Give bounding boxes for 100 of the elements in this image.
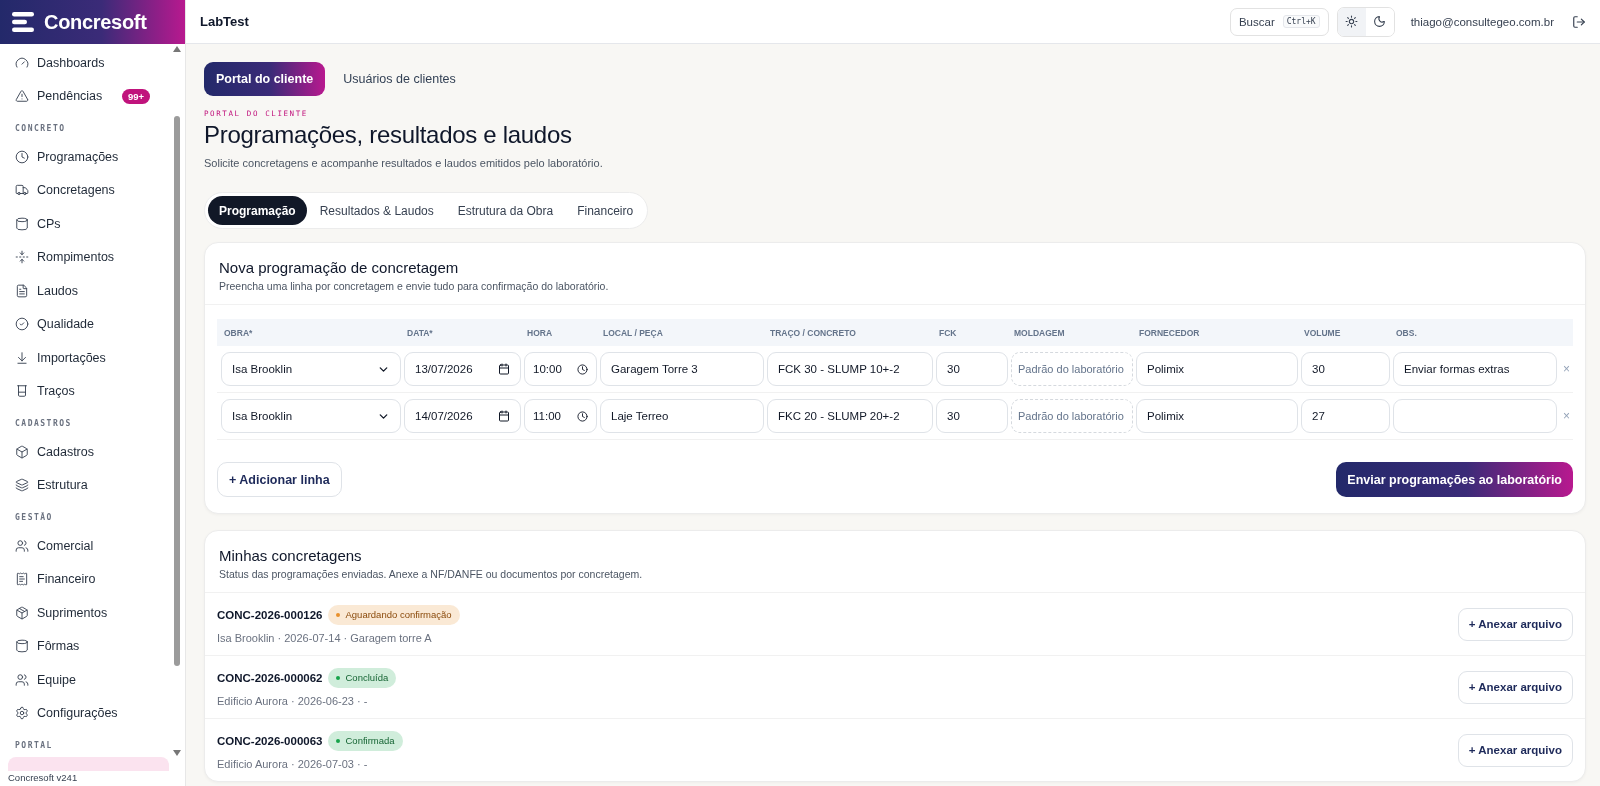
date-field[interactable]: 14/07/2026 bbox=[404, 399, 521, 433]
input-field[interactable]: 30 bbox=[936, 352, 1008, 386]
item-label: Equipe bbox=[37, 672, 77, 687]
input-field[interactable]: Padrão do laboratório bbox=[1011, 352, 1133, 386]
item-label: Laudos bbox=[37, 283, 79, 298]
column-header: VOLUME bbox=[1303, 327, 1342, 338]
item-label: Configurações bbox=[37, 706, 119, 721]
input-field[interactable]: 30 bbox=[1301, 352, 1390, 386]
status-badge: Confirmada bbox=[328, 730, 403, 751]
sidebar-item[interactable]: Qualidade bbox=[8, 307, 169, 341]
press-icon bbox=[15, 250, 29, 265]
input-field[interactable]: Garagem Torre 3 bbox=[600, 352, 764, 386]
input-field[interactable]: 27 bbox=[1301, 399, 1390, 433]
sidebar-item[interactable]: Configurações bbox=[8, 696, 169, 730]
item-label: Fôrmas bbox=[37, 639, 81, 654]
item-label: Programações bbox=[37, 149, 120, 164]
date-field[interactable]: 13/07/2026 bbox=[404, 352, 521, 386]
scrollbar[interactable] bbox=[173, 46, 181, 756]
shortcut-key: Ctrl+K bbox=[1282, 15, 1320, 28]
tab[interactable]: Programação bbox=[208, 196, 307, 225]
count-badge: 99+ bbox=[121, 88, 150, 104]
item-label: Pendências bbox=[37, 89, 104, 104]
card-title: Minhas concretagens bbox=[219, 547, 363, 564]
attach-button[interactable]: + Anexar arquivo bbox=[1457, 670, 1573, 704]
scroll-down-icon[interactable] bbox=[173, 750, 181, 756]
add-row-button[interactable]: + Adicionar linha bbox=[217, 462, 342, 497]
item-label: Estrutura bbox=[37, 478, 89, 493]
sidebar-item[interactable]: Traços bbox=[8, 374, 169, 408]
user-email: thiago@consultegeo.com.br bbox=[1410, 15, 1554, 28]
tab[interactable]: Resultados & Laudos bbox=[308, 196, 445, 225]
item-label: Comercial bbox=[37, 538, 95, 553]
document-icon bbox=[15, 283, 29, 298]
cylinder-icon bbox=[15, 639, 29, 654]
sidebar-item[interactable]: Fôrmas bbox=[8, 629, 169, 663]
sun-icon bbox=[1345, 15, 1359, 28]
page-subtitle: Solicite concretagens e acompanhe resultados e laudos emitidos pelo laboratório. bbox=[204, 157, 604, 169]
package-icon bbox=[15, 605, 29, 620]
calendar-icon bbox=[498, 410, 510, 422]
page-tab[interactable]: Portal do cliente bbox=[204, 62, 326, 96]
sidebar-item[interactable]: Financeiro bbox=[8, 562, 169, 596]
input-field[interactable]: Enviar formas extras bbox=[1393, 352, 1557, 386]
layers-icon bbox=[15, 478, 29, 493]
tab[interactable]: Estrutura da Obra bbox=[446, 196, 565, 225]
column-header: TRAÇO / CONCRETO bbox=[769, 327, 857, 338]
time-field[interactable]: 11:00 bbox=[524, 399, 597, 433]
sidebar-item[interactable]: Suprimentos bbox=[8, 596, 169, 630]
search-button[interactable]: Buscar Ctrl+K bbox=[1229, 7, 1329, 36]
item-label: Traços bbox=[37, 384, 76, 399]
item-label: Financeiro bbox=[37, 572, 97, 587]
sidebar-item[interactable]: CPs bbox=[8, 207, 169, 241]
tab[interactable]: Financeiro bbox=[566, 196, 645, 225]
sidebar-item[interactable]: Estrutura bbox=[8, 468, 169, 502]
input-field[interactable] bbox=[1393, 399, 1557, 433]
input-field[interactable]: FCK 30 - SLUMP 10+-2 bbox=[767, 352, 933, 386]
warning-icon bbox=[15, 89, 29, 104]
attach-button[interactable]: + Anexar arquivo bbox=[1457, 607, 1573, 641]
scroll-up-icon[interactable] bbox=[173, 46, 181, 52]
column-header: HORA bbox=[526, 327, 554, 338]
sidebar-item[interactable]: Rompimentos bbox=[8, 240, 169, 274]
submit-button[interactable]: Enviar programações ao laboratório bbox=[1336, 462, 1573, 497]
input-field[interactable]: Padrão do laboratório bbox=[1011, 399, 1133, 433]
section-label: PORTAL bbox=[14, 740, 54, 752]
input-field[interactable]: 30 bbox=[936, 399, 1008, 433]
obra-select[interactable]: Isa Brooklin bbox=[221, 352, 401, 386]
sidebar-item[interactable]: Concretagens bbox=[8, 173, 169, 207]
sidebar-item[interactable]: Dashboards bbox=[8, 46, 169, 80]
time-field[interactable]: 10:00 bbox=[524, 352, 597, 386]
concreting-code: CONC-2026-000126 bbox=[217, 608, 323, 621]
input-field[interactable]: Polimix bbox=[1136, 399, 1298, 433]
page-tab[interactable]: Usuários de clientes bbox=[331, 62, 468, 96]
logo-icon bbox=[12, 12, 36, 32]
input-field[interactable]: Laje Terreo bbox=[600, 399, 764, 433]
input-field[interactable]: FKC 20 - SLUMP 20+-2 bbox=[767, 399, 933, 433]
column-header: MOLDAGEM bbox=[1013, 327, 1066, 338]
input-field[interactable]: Polimix bbox=[1136, 352, 1298, 386]
sidebar-item[interactable]: Programações bbox=[8, 140, 169, 174]
item-label: Rompimentos bbox=[37, 250, 116, 265]
sidebar-item[interactable]: Comercial bbox=[8, 529, 169, 563]
moon-icon bbox=[1373, 15, 1387, 28]
attach-button[interactable]: + Anexar arquivo bbox=[1457, 733, 1573, 767]
item-label: Suprimentos bbox=[37, 605, 109, 620]
theme-button[interactable] bbox=[1337, 7, 1366, 36]
section-label: GESTÃO bbox=[14, 511, 54, 524]
item-label: Qualidade bbox=[37, 317, 95, 332]
sidebar-item[interactable]: Laudos bbox=[8, 274, 169, 308]
check-circle-icon bbox=[15, 317, 29, 332]
receipt-icon bbox=[15, 572, 29, 587]
download-icon bbox=[15, 350, 29, 365]
version-label: Concresoft v241 bbox=[7, 771, 79, 785]
sidebar-item[interactable]: Equipe bbox=[8, 663, 169, 697]
section-label: CONCRETO bbox=[14, 123, 67, 135]
users-icon bbox=[15, 672, 29, 687]
card-title: Nova programação de concretagem bbox=[219, 259, 460, 276]
truck-icon bbox=[15, 183, 29, 198]
sidebar-item[interactable]: Importações bbox=[8, 341, 169, 375]
concreting-meta: Edificio Aurora · 2026-07-03 · - bbox=[217, 757, 369, 770]
logout-icon[interactable] bbox=[1572, 14, 1586, 29]
sidebar-item[interactable]: Cadastros bbox=[8, 435, 169, 469]
obra-select[interactable]: Isa Brooklin bbox=[221, 399, 401, 433]
sidebar-item[interactable]: Pendências 99+ bbox=[8, 79, 169, 113]
